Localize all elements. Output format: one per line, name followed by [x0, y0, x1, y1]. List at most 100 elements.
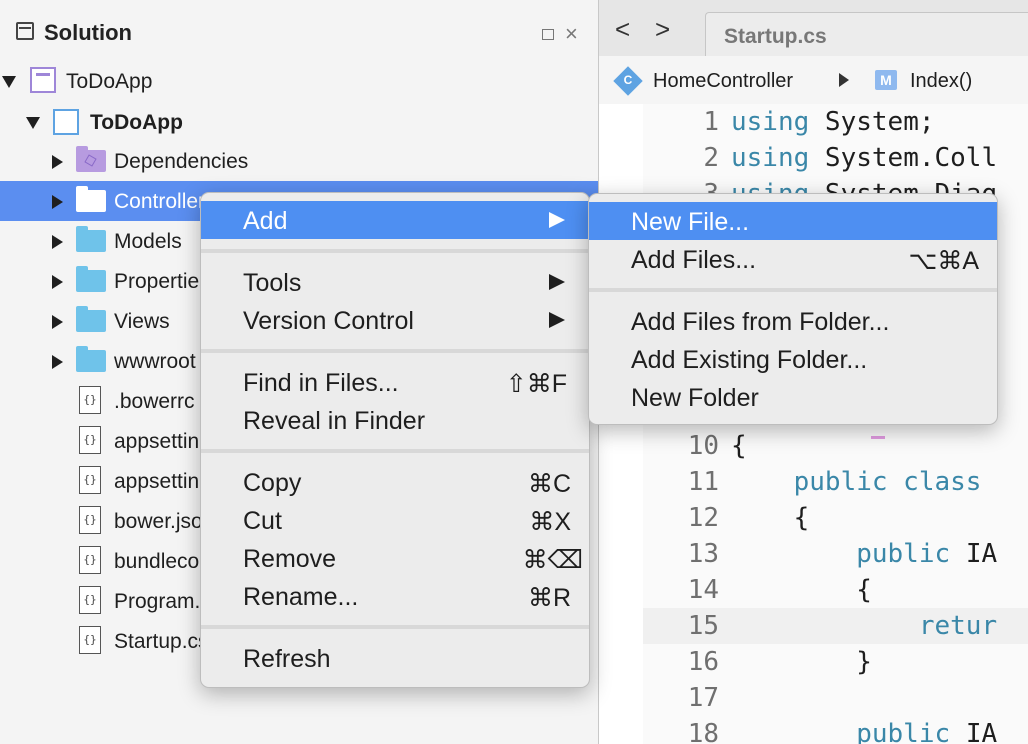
menu-item-shortcut: ⌥⌘A: [908, 247, 979, 275]
menu-item-label: Add: [243, 207, 288, 235]
solution-pad-icon: [16, 22, 34, 40]
line-number: 10: [687, 431, 719, 461]
code-line[interactable]: 14 {: [643, 572, 1028, 608]
code-token: {: [731, 503, 810, 533]
menu-item-find-in-files[interactable]: Find in Files... ⇧⌘F: [201, 363, 589, 401]
folder-icon: [76, 226, 106, 252]
collapse-arrow-icon[interactable]: [52, 235, 63, 249]
json-file-icon: {}: [79, 546, 101, 574]
dependencies-icon: [76, 146, 106, 172]
tree-item-label: ToDoApp: [90, 111, 183, 134]
json-file-icon: {}: [79, 626, 101, 654]
add-submenu: New File... Add Files... ⌥⌘A Add Files f…: [588, 193, 998, 425]
tree-item-label: wwwroot: [114, 350, 196, 373]
tab-startup-cs[interactable]: Startup.cs: [705, 12, 1028, 57]
code-keyword: retur: [731, 611, 998, 641]
tree-item-label: .bowerrc: [114, 390, 195, 413]
breadcrumb-method[interactable]: Index(): [910, 70, 972, 93]
menu-item-shortcut: ⌘⌫: [522, 546, 583, 574]
menu-item-label: Add Existing Folder...: [631, 346, 868, 374]
code-line[interactable]: 13 public IA: [643, 536, 1028, 572]
menu-item-reveal-in-finder[interactable]: Reveal in Finder: [201, 401, 589, 439]
menu-item-label: Copy: [243, 469, 302, 497]
code-text: public IA: [731, 716, 997, 744]
code-line[interactable]: 16 }: [643, 644, 1028, 680]
code-token: {: [731, 431, 747, 461]
json-file-icon: {}: [79, 386, 101, 414]
menu-item-copy[interactable]: Copy ⌘C: [201, 463, 589, 501]
collapse-arrow-icon[interactable]: [52, 275, 63, 289]
menu-item-label: Add Files from Folder...: [631, 308, 890, 336]
line-number: 12: [687, 503, 719, 533]
text-cursor-marker: [871, 436, 885, 439]
solution-icon: [30, 67, 56, 93]
menu-item-add-files[interactable]: Add Files... ⌥⌘A: [589, 240, 997, 278]
collapse-arrow-icon[interactable]: [52, 155, 63, 169]
code-line[interactable]: 12 {: [643, 500, 1028, 536]
line-number: 15: [687, 611, 719, 641]
menu-item-label: Add Files...: [631, 246, 757, 274]
menu-item-new-file[interactable]: New File...: [589, 202, 997, 240]
menu-separator: [589, 288, 997, 292]
tree-item-project[interactable]: ToDoApp: [0, 102, 598, 142]
menu-separator: [201, 625, 589, 629]
code-keyword: using: [731, 107, 825, 137]
menu-item-label: Cut: [243, 507, 282, 535]
expand-arrow-icon[interactable]: [26, 117, 40, 129]
menu-item-version-control[interactable]: Version Control: [201, 301, 589, 339]
menu-item-shortcut: ⌘R: [527, 584, 571, 612]
folder-icon: [76, 186, 106, 212]
tree-item-solution[interactable]: ToDoApp: [0, 61, 598, 101]
breadcrumb-class[interactable]: HomeController: [653, 70, 793, 93]
line-number: 14: [687, 575, 719, 605]
line-number: 17: [687, 683, 719, 713]
menu-item-add-files-from-folder[interactable]: Add Files from Folder...: [589, 302, 997, 340]
tree-item-label: Properties: [114, 270, 210, 293]
folder-icon: [76, 266, 106, 292]
tree-item-label: Views: [114, 310, 170, 333]
solution-pad-title: Solution: [44, 20, 132, 45]
maximize-pad-icon[interactable]: [542, 29, 554, 40]
menu-separator: [201, 349, 589, 353]
class-icon: C: [613, 66, 643, 96]
code-line[interactable]: 15 retur: [643, 608, 1028, 644]
code-line[interactable]: 10 {: [643, 428, 1028, 464]
collapse-arrow-icon[interactable]: [52, 355, 63, 369]
code-line[interactable]: 11 public class: [643, 464, 1028, 500]
context-menu: Add Tools Version Control Find in Files.…: [200, 192, 590, 688]
code-text: }: [731, 644, 872, 680]
json-file-icon: {}: [79, 466, 101, 494]
folder-icon: [76, 306, 106, 332]
code-line[interactable]: 17: [643, 680, 1028, 716]
menu-item-rename[interactable]: Rename... ⌘R: [201, 577, 589, 615]
menu-item-new-folder[interactable]: New Folder: [589, 378, 997, 416]
menu-item-label: Rename...: [243, 583, 359, 611]
close-pad-icon[interactable]: ×: [565, 20, 578, 48]
tree-item-dependencies[interactable]: Dependencies: [0, 141, 598, 181]
code-text: {: [731, 572, 872, 608]
menu-item-add[interactable]: Add: [201, 201, 589, 239]
forward-icon[interactable]: >: [655, 14, 670, 44]
menu-item-cut[interactable]: Cut ⌘X: [201, 501, 589, 539]
json-file-icon: {}: [79, 586, 101, 614]
code-token: {: [731, 575, 872, 605]
back-icon[interactable]: <: [615, 14, 630, 44]
collapse-arrow-icon[interactable]: [52, 315, 63, 329]
line-number: 13: [687, 539, 719, 569]
code-line[interactable]: 2 using System.Coll: [643, 140, 1028, 176]
menu-item-label: New Folder: [631, 384, 759, 412]
menu-item-shortcut: ⌘X: [529, 508, 571, 536]
code-line[interactable]: 18 public IA: [643, 716, 1028, 744]
code-line[interactable]: 1 using System;: [643, 104, 1028, 140]
expand-arrow-icon[interactable]: [2, 76, 16, 88]
code-keyword: using: [731, 143, 825, 173]
menu-item-remove[interactable]: Remove ⌘⌫: [201, 539, 589, 577]
line-number: 1: [703, 107, 719, 137]
code-text: retur: [731, 608, 997, 644]
collapse-arrow-icon[interactable]: [52, 195, 63, 209]
tree-item-label: Dependencies: [114, 150, 249, 173]
menu-item-tools[interactable]: Tools: [201, 263, 589, 301]
menu-item-add-existing-folder[interactable]: Add Existing Folder...: [589, 340, 997, 378]
menu-item-label: Find in Files...: [243, 369, 399, 397]
menu-item-refresh[interactable]: Refresh: [201, 639, 589, 677]
